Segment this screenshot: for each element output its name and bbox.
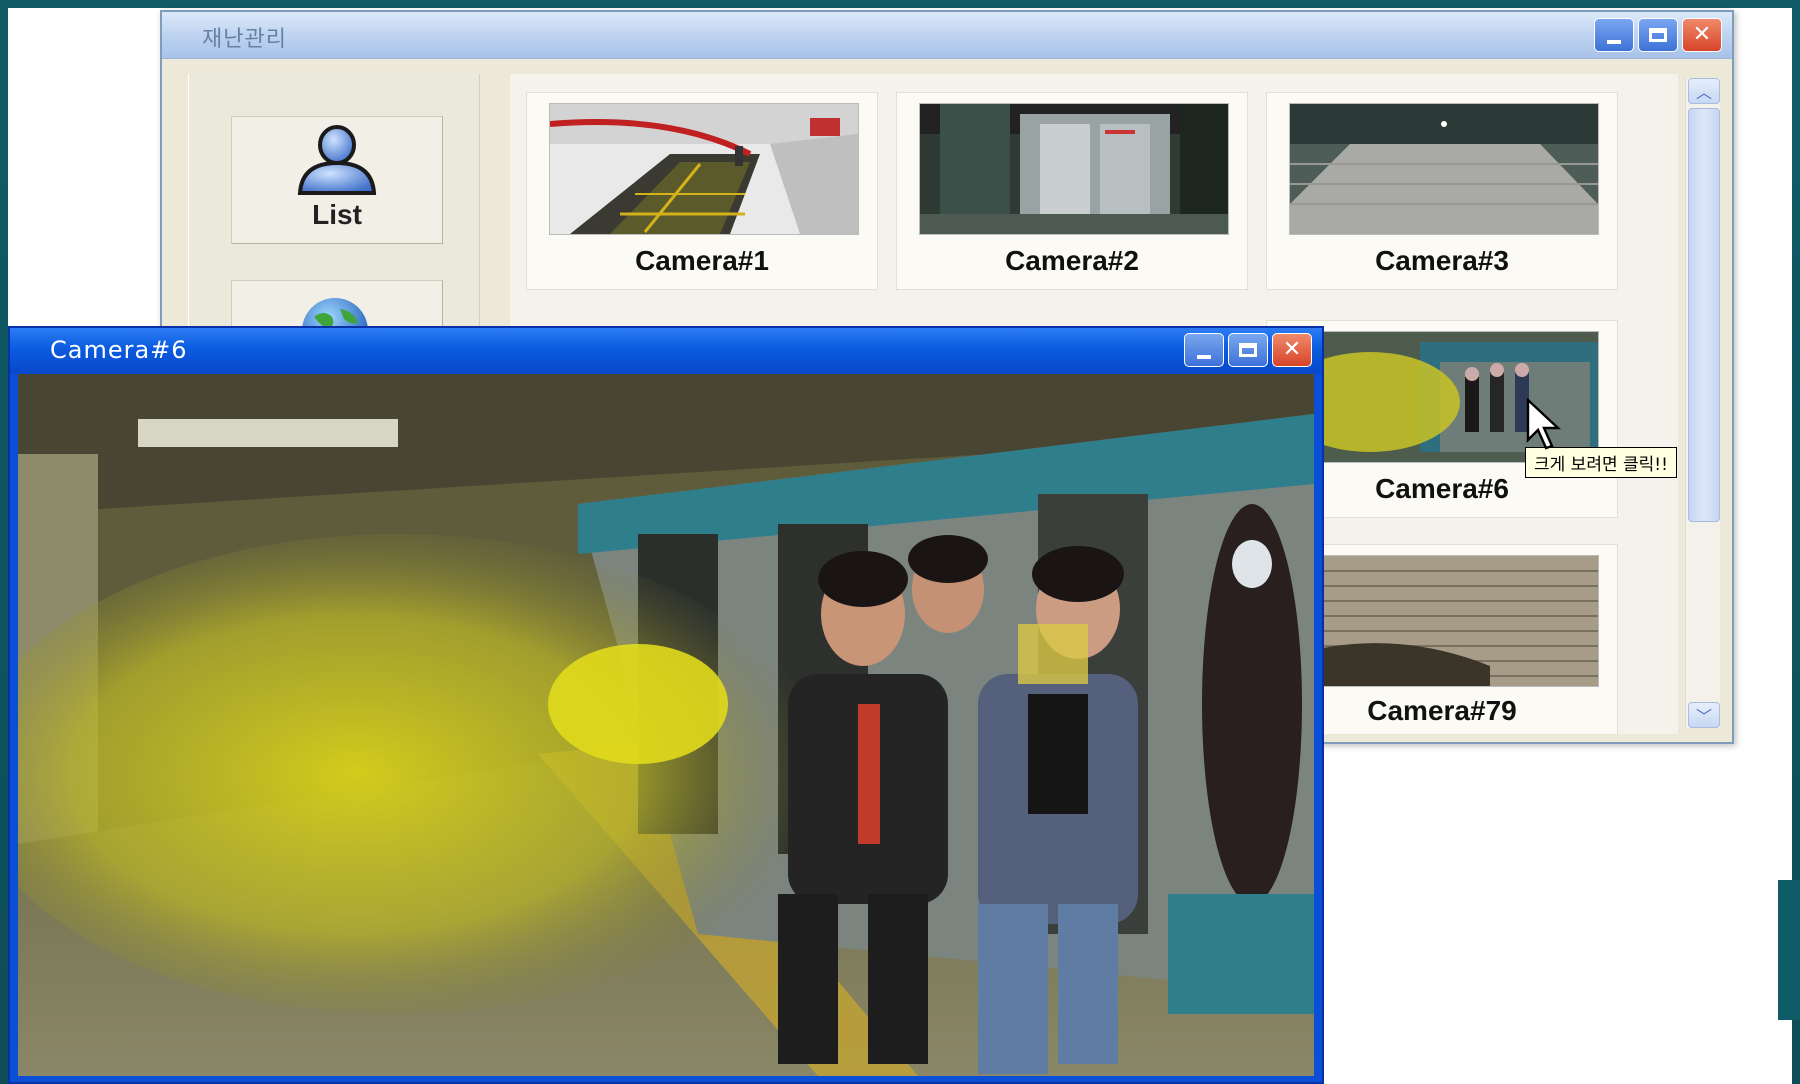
minimize-icon (1197, 355, 1211, 359)
click-to-enlarge-tooltip: 크게 보려면 클릭!! (1525, 447, 1677, 478)
scroll-down-icon: ﹀ (1695, 707, 1712, 726)
camera-6-window: Camera#6 ✕ (8, 326, 1324, 1084)
camera-tile-2[interactable]: Camera#2 (896, 92, 1248, 290)
camera-tile-1[interactable]: Camera#1 (526, 92, 878, 290)
camera-window-title: Camera#6 (50, 336, 188, 364)
maximize-icon (1239, 343, 1257, 357)
close-icon: ✕ (1282, 337, 1302, 362)
minimize-button[interactable] (1594, 18, 1634, 52)
camera-minimize-button[interactable] (1184, 333, 1224, 367)
camera-label: Camera#2 (1005, 245, 1139, 276)
camera-close-button[interactable]: ✕ (1272, 333, 1312, 367)
window-title: 재난관리 (202, 27, 287, 52)
scroll-up-button[interactable]: ︿ (1688, 78, 1720, 104)
camera-6-live-view[interactable] (18, 374, 1314, 1076)
camera-3-thumbnail[interactable] (1289, 103, 1599, 235)
camera-2-thumbnail[interactable] (919, 103, 1229, 235)
maximize-button[interactable] (1638, 18, 1678, 52)
user-icon (297, 125, 377, 195)
maximize-icon (1649, 28, 1667, 42)
camera-maximize-button[interactable] (1228, 333, 1268, 367)
scroll-up-icon: ︿ (1695, 83, 1712, 102)
camera-79-thumbnail[interactable] (1289, 555, 1599, 687)
minimize-icon (1607, 40, 1621, 44)
window-controls: ✕ (1594, 18, 1722, 52)
camera-window-controls: ✕ (1184, 333, 1312, 367)
close-icon: ✕ (1692, 22, 1712, 47)
camera-label: Camera#3 (1375, 245, 1509, 276)
slide-border-accent (1778, 880, 1800, 1020)
scroll-down-button[interactable]: ﹀ (1688, 702, 1720, 728)
vertical-scrollbar[interactable]: ︿ ﹀ (1685, 78, 1720, 728)
close-button[interactable]: ✕ (1682, 18, 1722, 52)
cursor-icon (1526, 398, 1562, 450)
camera-1-thumbnail[interactable] (549, 103, 859, 235)
camera-window-title-bar[interactable]: Camera#6 ✕ (10, 328, 1322, 374)
title-bar[interactable]: 재난관리 ✕ (162, 12, 1732, 59)
list-label: List (312, 199, 362, 230)
list-button[interactable]: List (231, 116, 443, 244)
camera-tile-3[interactable]: Camera#3 (1266, 92, 1618, 290)
subway-smoke-scene (18, 374, 1314, 1076)
scroll-thumb[interactable] (1688, 108, 1720, 522)
camera-label: Camera#1 (635, 245, 769, 276)
